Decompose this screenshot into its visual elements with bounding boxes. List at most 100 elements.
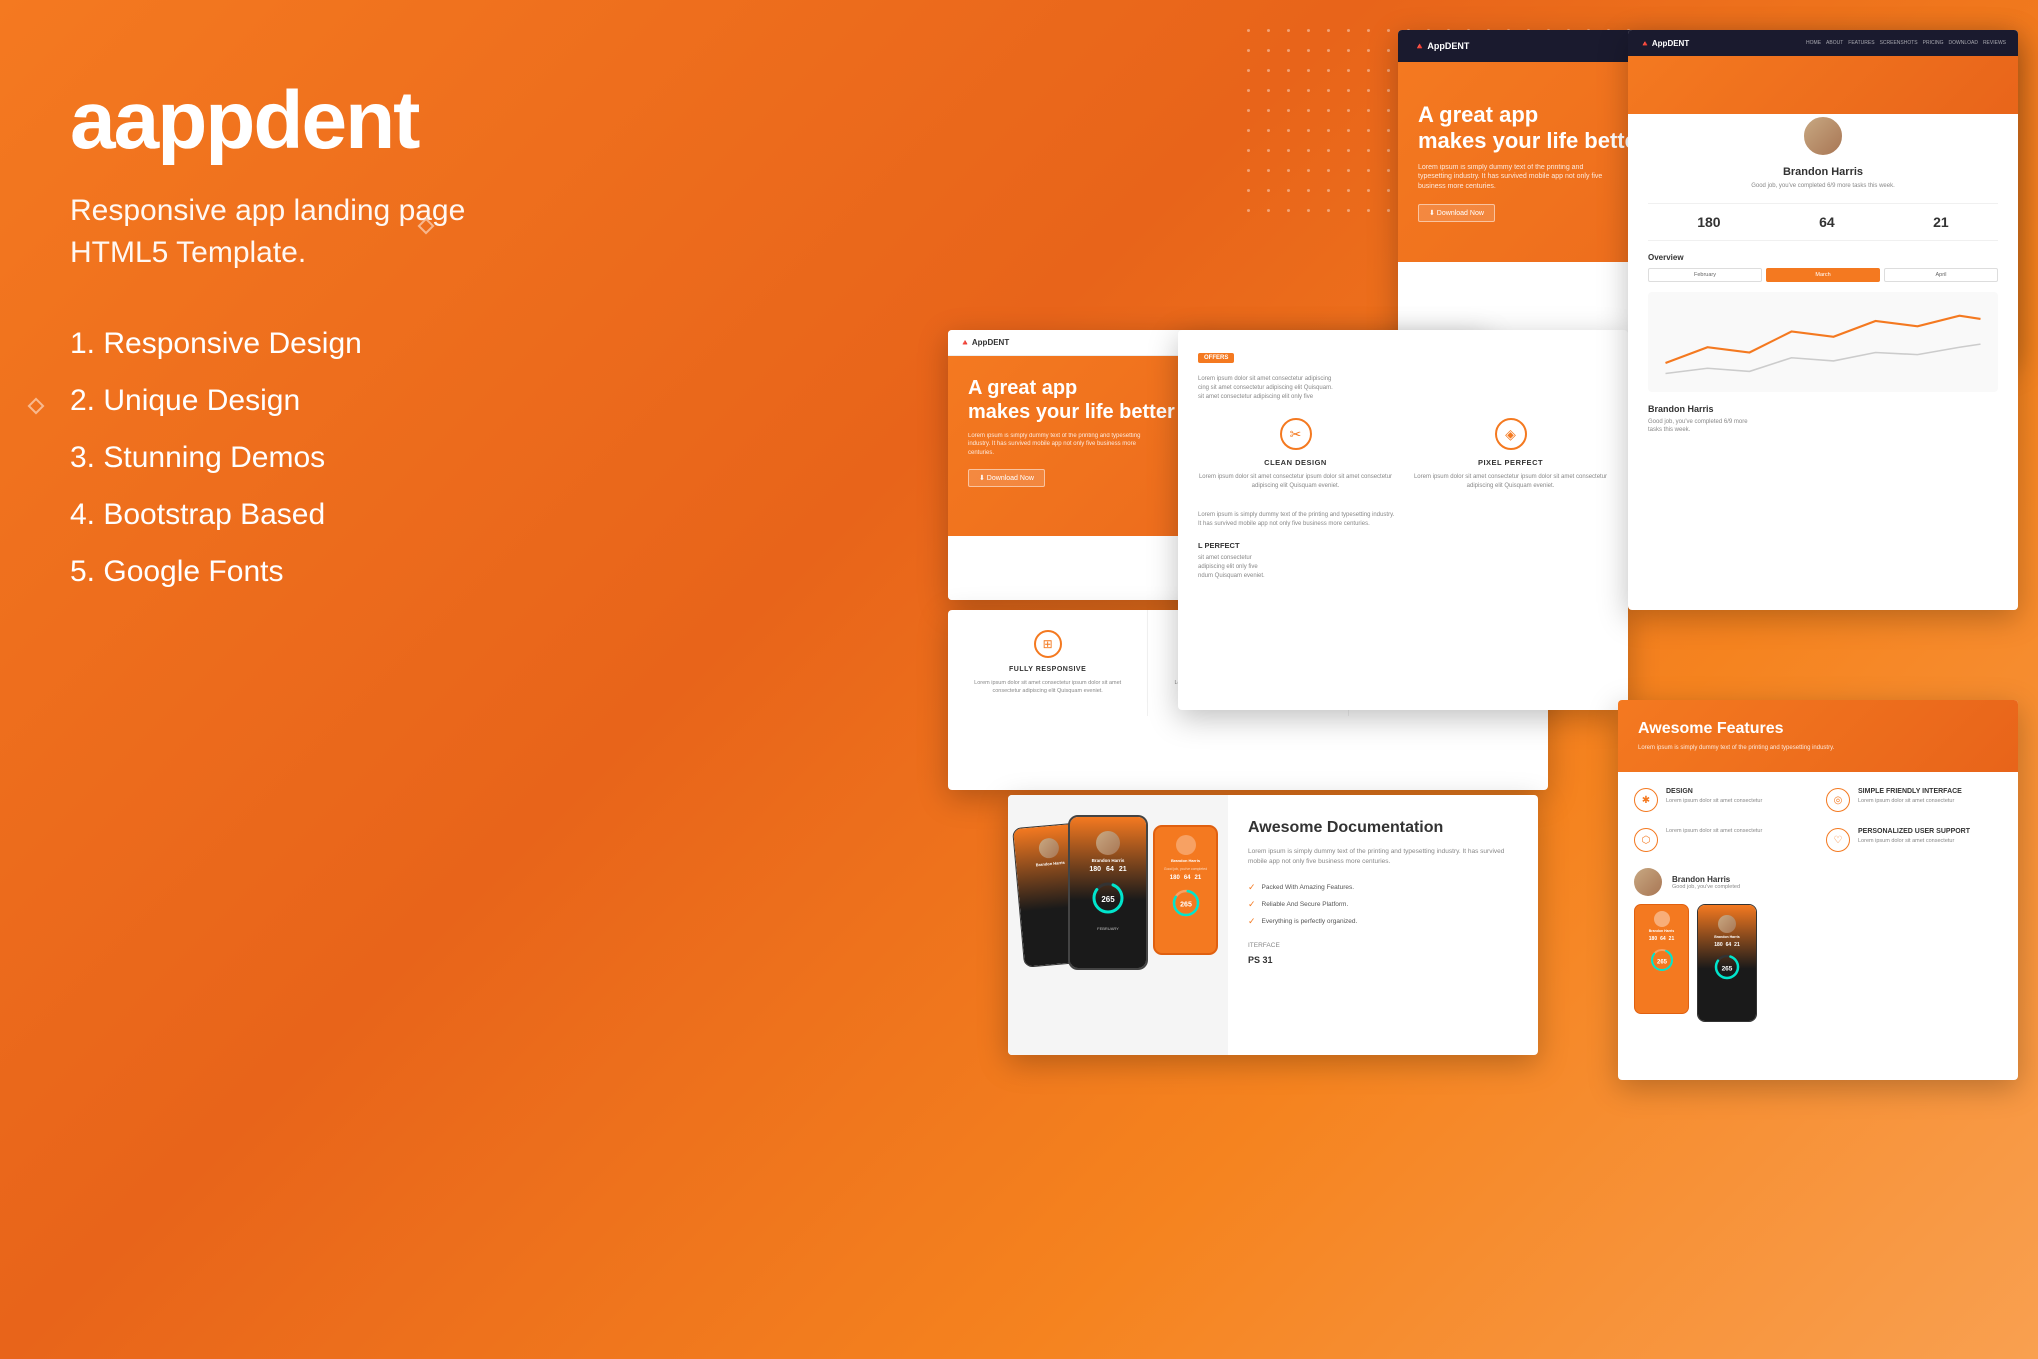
features-list: 1. Responsive Design 2. Unique Design 3.… [70,324,550,591]
docs-check-3: ✓ Everything is perfectly organized. [1248,916,1518,927]
awesome-feat-text-4: Lorem ipsum dolor sit amet consectetur [1858,838,1970,846]
preview-mid-cta[interactable]: ⬇ Download Now [968,469,1045,487]
feature-icon-1: ⊞ [1034,630,1062,658]
pixel-title: PIXEL PERFECT [1413,458,1608,467]
awesome-item-2: ◎ SIMPLE FRIENDLY INTERFACE Lorem ipsum … [1826,788,2002,812]
profile-stats-row: 180 64 21 [1648,203,1998,241]
docs-phone-front-screen: Brandon Harris 180 64 21 265 [1070,817,1146,968]
offer-badge: OFFERS [1198,353,1234,363]
awesome-feat-text-3: Lorem ipsum dolor sit amet consectetur [1666,828,1762,836]
profile-name: Brandon Harris [1648,166,1998,178]
feature-item-5: 5. Google Fonts [70,552,550,591]
docs-phone-orange-content: Brandon Harris Good job, you've complete… [1155,827,1216,927]
docs-phone-gauge: 265 [1089,879,1127,922]
awesome-text-4: PERSONALIZED USER SUPPORT Lorem ipsum do… [1858,828,1970,852]
clean-text: Lorem ipsum dolor sit amet consectetur i… [1198,473,1393,491]
svg-text:265: 265 [1722,966,1733,973]
preview-mid-body: Lorem ipsum is simply dummy text of the … [968,432,1148,457]
clean-design-col: ✂ CLEAN DESIGN Lorem ipsum dolor sit ame… [1198,418,1393,491]
awesome-phone-orange-name: Brandon Harris [1649,929,1674,933]
awesome-dark-phone-gauge: 265 [1712,952,1742,982]
clean-title: CLEAN DESIGN [1198,458,1393,467]
awesome-phone-dark-name: Brandon Harris [1714,935,1739,939]
chart-svg [1656,300,1990,384]
month-feb[interactable]: February [1648,268,1762,282]
awesome-profile-bottom: Brandon Harris Good job, you've complete… [1618,868,2018,1038]
pixel-icon: ◈ [1495,418,1527,450]
docs-phone-front-stats: 180 64 21 [1089,866,1126,873]
docs-phone-front-name: Brandon Harris [1092,858,1125,863]
profile-sub: Good job, you've completed 6/9 more task… [1733,182,1913,191]
awesome-phone-dark-avatar [1718,915,1736,933]
awesome-title: Awesome Features [1638,720,1998,738]
preview-docs-panel: Brandon Harris Brandon Harris 180 64 [1008,795,1538,1055]
profile-panel-nav: 🔺 AppDENT HOME ABOUT FEATURES SCREENSHOT… [1628,30,2018,56]
svg-text:265: 265 [1656,960,1667,966]
month-selector: February March April [1648,268,1998,282]
bottom-text: Lorem ipsum is simply dummy text of the … [1198,511,1608,529]
awesome-profile-name: Brandon Harris [1672,875,1740,884]
preview-cta-btn[interactable]: ⬇ Download Now [1418,204,1495,222]
awesome-profile-info: Brandon Harris Good job, you've complete… [1672,875,1740,890]
awesome-feat-title-1: DESIGN [1666,788,1762,795]
docs-phones-area: Brandon Harris Brandon Harris 180 64 [1008,795,1228,1055]
awesome-text-3: Lorem ipsum dolor sit amet consectetur [1666,828,1762,852]
svg-text:265: 265 [1101,895,1115,904]
pixel-text-bottom: L PERFECT sit amet consectetur adipiscin… [1198,541,1608,581]
docs-check-2: ✓ Reliable And Secure Platform. [1248,899,1518,910]
awesome-phone-dark: Brandon Harris 180 64 21 265 [1697,904,1757,1022]
tagline: Responsive app landing page HTML5 Templa… [70,190,550,274]
awesome-phone-dark-stats: 180 64 21 [1714,942,1739,948]
offer-text: Lorem ipsum dolor sit amet consectetur a… [1198,375,1608,402]
profile-sub-2: Good job, you've completed 6/9 moretasks… [1648,418,1998,435]
month-march[interactable]: March [1766,268,1880,282]
profile-stat-3: 21 [1933,214,1949,230]
docs-phone-back-avatar [1038,837,1060,859]
profile-stat-1: 180 [1697,214,1720,230]
preview-hero-p: Lorem ipsum is simply dummy text of the … [1418,163,1618,192]
preview-clean-design: OFFERS Lorem ipsum dolor sit amet consec… [1178,330,1628,710]
overview-label: Overview [1648,253,1998,262]
pixel-text: Lorem ipsum dolor sit amet consectetur i… [1413,473,1608,491]
docs-phone-front-content: Brandon Harris 180 64 21 265 [1070,817,1146,931]
clean-design-content: OFFERS Lorem ipsum dolor sit amet consec… [1178,330,1628,597]
profile-avatar-wrapper [1648,114,1998,158]
awesome-phone-orange-avatar [1654,911,1670,927]
awesome-icon-4: ♡ [1826,828,1850,852]
offer-section: OFFERS Lorem ipsum dolor sit amet consec… [1198,346,1608,402]
awesome-profile-row: Brandon Harris Good job, you've complete… [1634,868,2002,896]
docs-check-1: ✓ Packed With Amazing Features. [1248,882,1518,893]
preview-hero-h1: A great app makes your life better [1418,102,1645,155]
docs-body: Lorem ipsum is simply dummy text of the … [1248,847,1518,868]
profile-avatar [1801,114,1845,158]
check-icon-1: ✓ [1248,882,1256,893]
awesome-text-2: SIMPLE FRIENDLY INTERFACE Lorem ipsum do… [1858,788,1962,812]
awesome-feat-text-2: Lorem ipsum dolor sit amet consectetur [1858,798,1962,806]
preview-nav-logo: 🔺 AppDENT [1414,41,1469,52]
awesome-phone-dark-screen: Brandon Harris 180 64 21 265 [1698,905,1756,1021]
awesome-item-4: ♡ PERSONALIZED USER SUPPORT Lorem ipsum … [1826,828,2002,852]
awesome-phone-orange-stats: 180 64 21 [1649,936,1674,942]
clean-pixel-cols: ✂ CLEAN DESIGN Lorem ipsum dolor sit ame… [1198,418,1608,491]
awesome-phone-orange: Brandon Harris 180 64 21 265 [1634,904,1689,1014]
awesome-feat-text-1: Lorem ipsum dolor sit amet consectetur [1666,798,1762,806]
docs-phone-orange-name: Brandon Harris [1171,858,1200,863]
profile-content-area: Brandon Harris Good job, you've complete… [1628,114,2018,455]
awesome-icon-2: ◎ [1826,788,1850,812]
month-april[interactable]: April [1884,268,1998,282]
awesome-subtitle: Lorem ipsum is simply dummy text of the … [1638,744,1998,752]
awesome-grid: ✱ DESIGN Lorem ipsum dolor sit amet cons… [1618,772,2018,868]
profile-nav-links: HOME ABOUT FEATURES SCREENSHOTS PRICING … [1806,40,2006,46]
feature-text-1: Lorem ipsum dolor sit amet consectetur i… [964,679,1131,696]
preview-awesome-features: Awesome Features Lorem ipsum is simply d… [1618,700,2018,1080]
pixel-label-bottom: L PERFECT [1198,541,1608,550]
preview-hero-text: A great app makes your life better Lorem… [1418,102,1645,222]
check-icon-2: ✓ [1248,899,1256,910]
pixel-perfect-col: ◈ PIXEL PERFECT Lorem ipsum dolor sit am… [1413,418,1608,491]
docs-checklist: ✓ Packed With Amazing Features. ✓ Reliab… [1248,882,1518,927]
feature-title-1: FULLY RESPONSIVE [964,666,1131,673]
svg-text:265: 265 [1180,902,1192,909]
awesome-profile-avatar [1634,868,1662,896]
awesome-feat-title-4: PERSONALIZED USER SUPPORT [1858,828,1970,835]
awesome-item-1: ✱ DESIGN Lorem ipsum dolor sit amet cons… [1634,788,1810,812]
